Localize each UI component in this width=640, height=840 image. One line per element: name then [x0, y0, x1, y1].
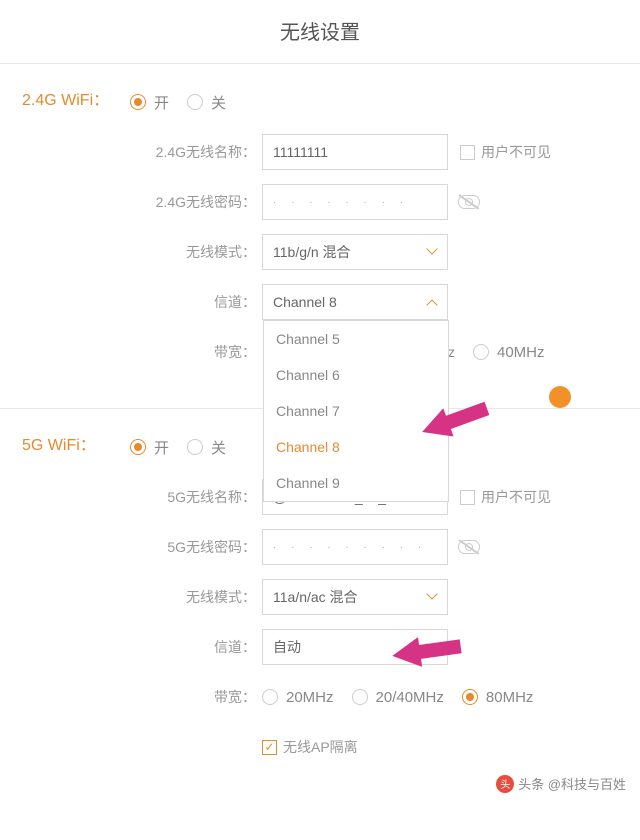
- radio-label: 80MHz: [486, 689, 534, 706]
- select-5g-mode[interactable]: 11a/n/ac 混合: [262, 579, 448, 615]
- input-24g-name[interactable]: 11111111: [262, 134, 448, 170]
- checkbox-label: 无线AP隔离: [283, 737, 358, 757]
- radio-label: 20/40MHz: [376, 689, 444, 706]
- chevron-down-icon: [427, 247, 437, 257]
- eye-slash-icon[interactable]: [458, 539, 480, 555]
- label-5g-channel: 信道：: [130, 637, 262, 657]
- checkbox-5g-hidden[interactable]: 用户不可见: [460, 487, 551, 507]
- chevron-down-icon: [427, 592, 437, 602]
- radio-label: 关: [211, 437, 226, 458]
- radio-icon: [187, 439, 203, 455]
- radio-label: 20MHz: [286, 689, 334, 706]
- label-5g-bandwidth: 带宽：: [130, 687, 262, 707]
- dropdown-item-active[interactable]: Channel 8: [264, 429, 448, 465]
- section-label-24g: 2.4G WiFi：: [0, 84, 130, 384]
- radio-5g-bw-20[interactable]: 20MHz: [262, 689, 334, 706]
- label-5g-mode: 无线模式：: [130, 587, 262, 607]
- watermark-logo-icon: 头: [496, 775, 514, 793]
- dropdown-item[interactable]: Channel 6: [264, 357, 448, 393]
- select-24g-mode[interactable]: 11b/g/n 混合: [262, 234, 448, 270]
- label-24g-pwd: 2.4G无线密码：: [130, 192, 262, 212]
- radio-icon: [352, 689, 368, 705]
- input-24g-pwd[interactable]: · · · · · · · ·: [262, 184, 448, 220]
- radio-label: 开: [154, 437, 169, 458]
- radio-icon: [130, 439, 146, 455]
- dropdown-item[interactable]: Channel 9: [264, 465, 448, 501]
- bandwidth-partial-text: z: [448, 344, 455, 360]
- radio-24g-off[interactable]: 关: [187, 92, 226, 113]
- label-5g-name: 5G无线名称：: [130, 487, 262, 507]
- section-label-5g: 5G WiFi：: [0, 429, 130, 779]
- label-24g-bandwidth: 带宽：: [130, 342, 262, 362]
- input-5g-pwd[interactable]: · · · · · · · · ·: [262, 529, 448, 565]
- label-24g-channel: 信道：: [130, 292, 262, 312]
- radio-5g-on[interactable]: 开: [130, 437, 169, 458]
- radio-24g-bw-40[interactable]: 40MHz: [473, 344, 545, 361]
- checkbox-icon: [262, 740, 277, 755]
- radio-icon: [262, 689, 278, 705]
- checkbox-24g-hidden[interactable]: 用户不可见: [460, 142, 551, 162]
- radio-icon: [462, 689, 478, 705]
- annotation-arrow-icon: [390, 626, 465, 675]
- label-24g-name: 2.4G无线名称：: [130, 142, 262, 162]
- radio-5g-off[interactable]: 关: [187, 437, 226, 458]
- radio-label: 关: [211, 92, 226, 113]
- dropdown-item[interactable]: Channel 5: [264, 321, 448, 357]
- radio-label: 开: [154, 92, 169, 113]
- radio-icon: [187, 94, 203, 110]
- radio-5g-bw-80[interactable]: 80MHz: [462, 689, 534, 706]
- radio-label: 40MHz: [497, 344, 545, 361]
- eye-slash-icon[interactable]: [458, 194, 480, 210]
- select-24g-channel[interactable]: Channel 8 Channel 5 Channel 6 Channel 7 …: [262, 284, 448, 320]
- section-24g: 2.4G WiFi： 开 关 2.4G无线名称： 11111111 用户不可见: [0, 64, 640, 408]
- checkbox-ap-isolation[interactable]: 无线AP隔离: [262, 737, 358, 757]
- label-24g-mode: 无线模式：: [130, 242, 262, 262]
- checkbox-icon: [460, 145, 475, 160]
- label-5g-pwd: 5G无线密码：: [130, 537, 262, 557]
- radio-24g-on[interactable]: 开: [130, 92, 169, 113]
- checkbox-icon: [460, 490, 475, 505]
- help-icon[interactable]: [549, 386, 571, 408]
- radio-icon: [473, 344, 489, 360]
- chevron-up-icon: [427, 297, 437, 307]
- radio-icon: [130, 94, 146, 110]
- watermark: 头 头条 @科技与百姓: [496, 774, 626, 793]
- page-title: 无线设置: [0, 0, 640, 63]
- radio-5g-bw-2040[interactable]: 20/40MHz: [352, 689, 444, 706]
- checkbox-label: 用户不可见: [481, 487, 551, 507]
- checkbox-label: 用户不可见: [481, 142, 551, 162]
